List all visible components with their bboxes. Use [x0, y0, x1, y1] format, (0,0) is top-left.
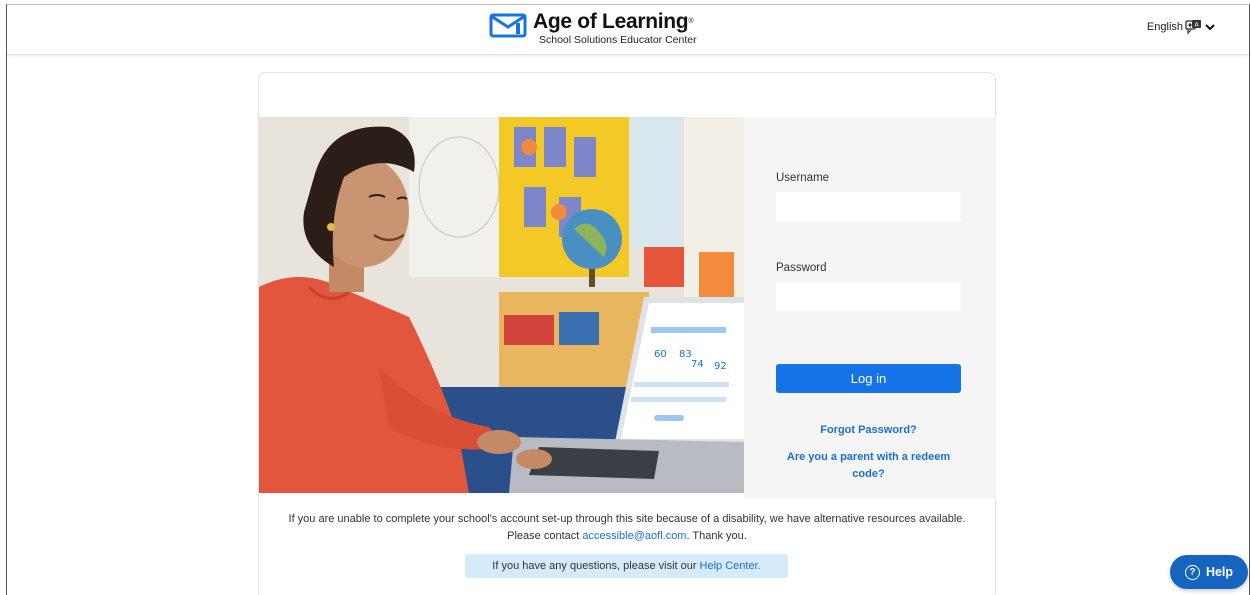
teacher-photo: 60 83 74 92	[259, 117, 744, 493]
help-banner-text: If you have any questions, please visit …	[492, 560, 697, 572]
brand-logo[interactable]: Age of Learning® School Solutions Educat…	[489, 10, 697, 50]
help-button[interactable]: ? Help	[1170, 555, 1248, 589]
redeem-code-line2: code?	[852, 468, 885, 480]
login-button[interactable]: Log in	[776, 364, 961, 393]
password-label: Password	[776, 262, 827, 274]
svg-text:92: 92	[714, 361, 727, 372]
help-center-banner: If you have any questions, please visit …	[465, 554, 788, 578]
hero-illustration: 60 83 74 92	[259, 117, 744, 493]
help-button-label: Help	[1205, 565, 1234, 579]
redeem-code-line1: Are you a parent with a redeem	[786, 451, 951, 463]
username-input[interactable]	[776, 192, 961, 221]
top-bar: Age of Learning® School Solutions Educat…	[7, 5, 1249, 55]
forgot-password-link[interactable]: Forgot Password?	[776, 422, 961, 439]
browser-frame: Age of Learning® School Solutions Educat…	[6, 4, 1250, 595]
username-label: Username	[776, 172, 830, 184]
book-logo-icon	[489, 13, 527, 38]
language-label: English	[1146, 21, 1183, 33]
contact-email-link[interactable]: accessible@aofl.com	[582, 530, 686, 542]
password-input[interactable]	[776, 282, 961, 311]
login-card: 60 83 74 92 Username Password Log in For…	[258, 72, 996, 595]
question-circle-icon: ?	[1184, 564, 1200, 580]
brand-subtitle: School Solutions Educator Center	[539, 34, 697, 46]
accessibility-notice: If you are unable to complete your schoo…	[259, 511, 995, 545]
notice-line2: Please contact accessible@aofl.com. Than…	[507, 530, 747, 542]
chevron-down-icon	[1205, 24, 1215, 31]
redeem-code-link[interactable]: Are you a parent with a redeem code?	[776, 449, 961, 483]
help-center-link[interactable]: Help Center.	[700, 560, 761, 572]
notice-line1: If you are unable to complete your schoo…	[288, 513, 966, 525]
login-form: Username Password Log in Forgot Password…	[744, 117, 996, 499]
svg-text:60: 60	[654, 349, 667, 360]
svg-text:74: 74	[691, 359, 704, 370]
svg-text:83: 83	[679, 349, 692, 360]
translate-icon: A	[1185, 20, 1201, 35]
language-selector[interactable]: English A	[1147, 19, 1215, 35]
brand-name: Age of Learning®	[533, 10, 694, 33]
